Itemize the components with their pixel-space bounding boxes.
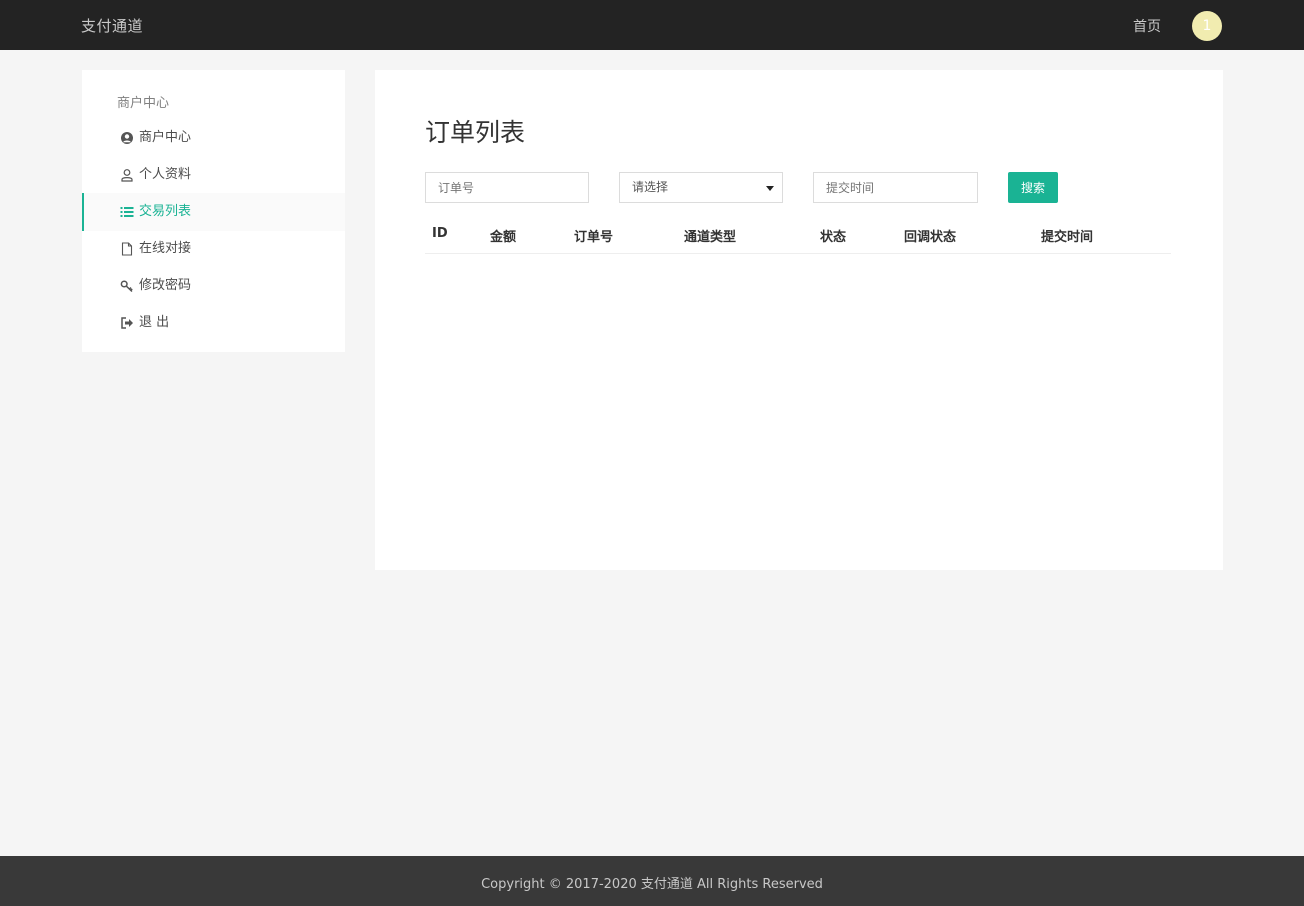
sidebar-item-label: 交易列表 xyxy=(139,204,192,219)
table-header: ID 金额 订单号 通道类型 状态 回调状态 提交时间 xyxy=(425,218,1171,254)
sidebar-item-merchant-center[interactable]: 商户中心 xyxy=(82,119,345,157)
column-header-amount[interactable]: 金额 xyxy=(490,226,516,245)
sidebar-item-label: 修改密码 xyxy=(139,278,192,293)
logout-icon xyxy=(121,317,133,329)
key-icon xyxy=(120,280,133,293)
home-link[interactable]: 首页 xyxy=(1133,16,1161,36)
column-header-order-number[interactable]: 订单号 xyxy=(574,226,613,245)
brand-title[interactable]: 支付通道 xyxy=(81,15,143,36)
order-list-panel: 订单列表 请选择 搜索 ID 金额 订单号 通道类型 状态 回调状态 提交时间 xyxy=(375,70,1223,570)
avatar[interactable]: 1 xyxy=(1192,11,1222,41)
top-navbar: 支付通道 首页 1 xyxy=(0,0,1304,50)
sidebar-item-label: 个人资料 xyxy=(139,167,192,182)
column-header-submit-time[interactable]: 提交时间 xyxy=(1041,226,1093,245)
user-circle-icon xyxy=(121,132,133,144)
search-button[interactable]: 搜索 xyxy=(1008,172,1058,203)
sidebar-heading: 商户中心 xyxy=(117,96,170,111)
sidebar-item-label: 退 出 xyxy=(139,315,170,330)
user-icon xyxy=(121,169,133,182)
sidebar-item-profile[interactable]: 个人资料 xyxy=(82,156,345,194)
list-icon xyxy=(120,207,134,217)
sidebar-item-label: 商户中心 xyxy=(139,130,192,145)
sidebar-item-integration[interactable]: 在线对接 xyxy=(82,230,345,268)
sidebar-item-transactions[interactable]: 交易列表 xyxy=(82,193,345,231)
column-header-id[interactable]: ID xyxy=(432,226,448,241)
footer: Copyright © 2017-2020 支付通道 All Rights Re… xyxy=(0,856,1304,906)
caret-down-icon xyxy=(766,186,774,191)
sidebar-item-change-password[interactable]: 修改密码 xyxy=(82,267,345,305)
sidebar-item-label: 在线对接 xyxy=(139,241,192,256)
sidebar: 商户中心 商户中心 个人资料 交易列表 在线对接 修改密码 退 出 xyxy=(82,70,345,352)
page-title: 订单列表 xyxy=(425,118,526,147)
submit-time-input[interactable] xyxy=(813,172,978,203)
order-number-input[interactable] xyxy=(425,172,589,203)
channel-type-select[interactable]: 请选择 xyxy=(619,172,783,203)
column-header-channel-type[interactable]: 通道类型 xyxy=(684,226,736,245)
copyright-text: Copyright © 2017-2020 支付通道 All Rights Re… xyxy=(481,877,823,892)
select-value: 请选择 xyxy=(632,180,669,194)
sidebar-item-logout[interactable]: 退 出 xyxy=(82,304,345,342)
file-icon xyxy=(121,242,133,256)
column-header-status[interactable]: 状态 xyxy=(820,226,846,245)
column-header-callback-status[interactable]: 回调状态 xyxy=(904,226,956,245)
